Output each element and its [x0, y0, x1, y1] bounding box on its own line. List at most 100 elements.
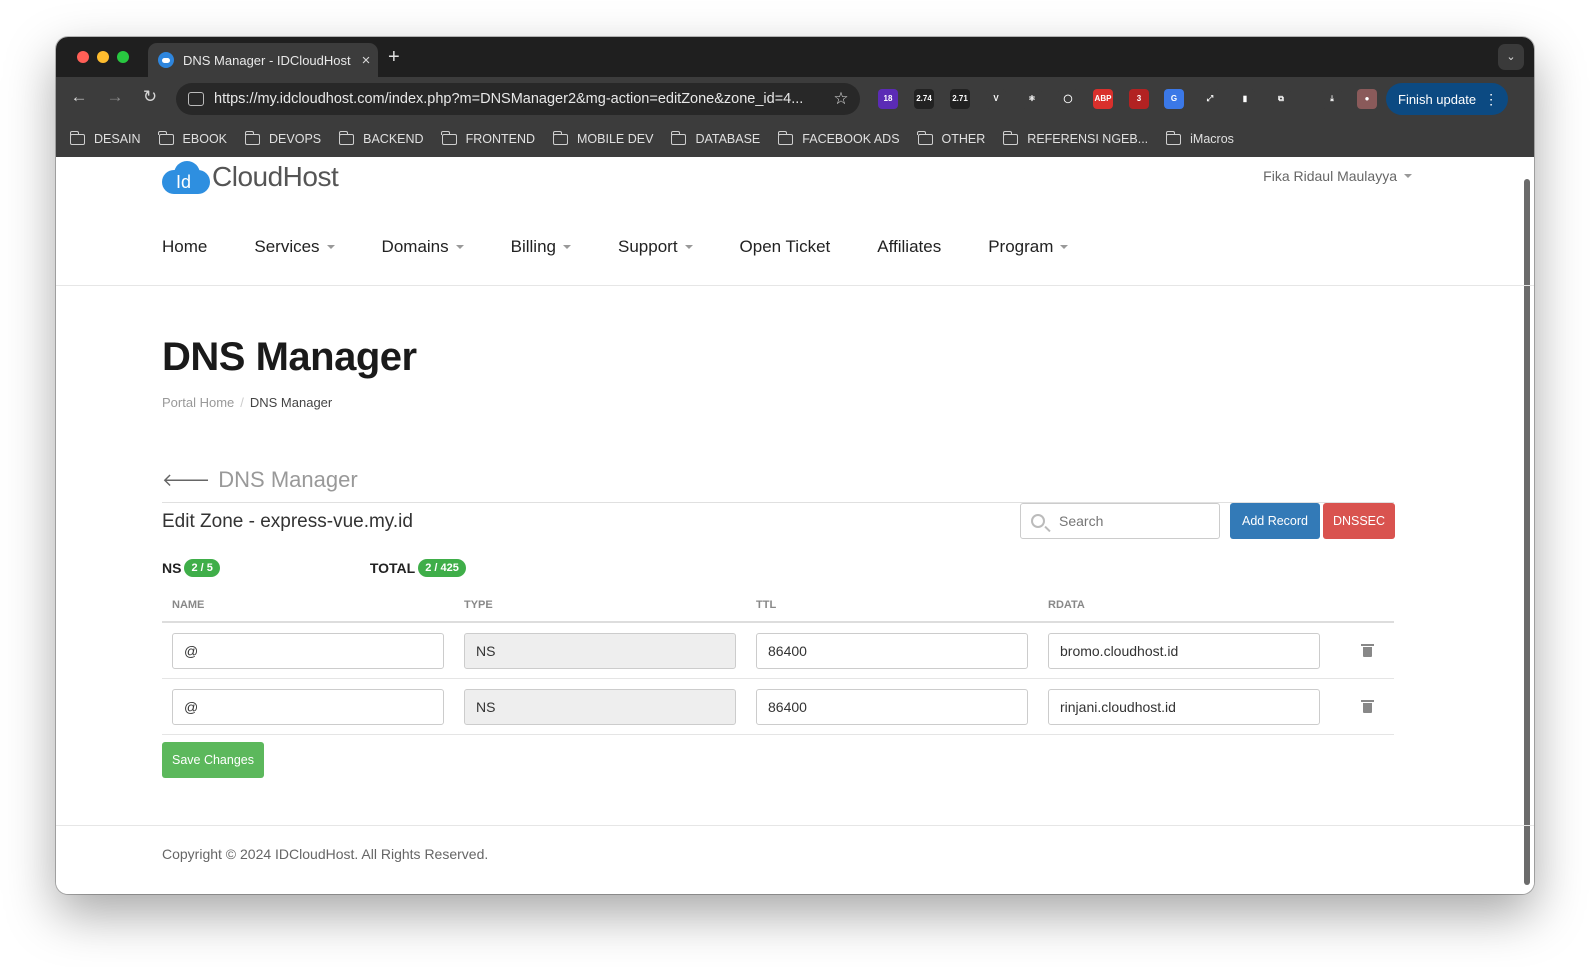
nav-billing[interactable]: Billing: [511, 237, 571, 257]
total-badge: 2 / 425: [418, 559, 466, 577]
ext-puzzle-icon[interactable]: ⧉: [1271, 89, 1291, 109]
record-rdata-field[interactable]: [1048, 688, 1320, 725]
bookmark-folder[interactable]: MOBILE DEV: [552, 130, 654, 146]
nav-affiliates[interactable]: Affiliates: [877, 237, 941, 257]
ns-label: NS: [162, 560, 182, 576]
url-text[interactable]: https://my.idcloudhost.com/index.php?m=D…: [214, 91, 822, 107]
caret-down-icon: [684, 245, 693, 249]
record-name-field[interactable]: [172, 688, 444, 725]
nav-divider: [56, 285, 1534, 286]
minimize-window-button[interactable]: [97, 51, 109, 63]
ext-vue-icon[interactable]: V: [986, 89, 1006, 109]
total-label: TOTAL: [369, 560, 416, 576]
bookmark-label: MOBILE DEV: [577, 132, 654, 146]
delete-record-button[interactable]: [1330, 700, 1394, 713]
bookmark-folder[interactable]: EBOOK: [158, 130, 228, 146]
tab-search-chevron-icon[interactable]: ⌄: [1498, 44, 1524, 70]
ext-2-74-icon[interactable]: 2.74: [914, 89, 934, 109]
address-bar[interactable]: https://my.idcloudhost.com/index.php?m=D…: [176, 83, 860, 115]
back-arrow-icon[interactable]: ←: [67, 87, 91, 107]
finish-update-label: Finish update: [1398, 91, 1477, 107]
bookmark-label: BACKEND: [363, 132, 424, 146]
tab-close-icon[interactable]: ×: [354, 52, 378, 69]
nav-support[interactable]: Support: [618, 237, 693, 257]
section-heading: DNS Manager: [218, 467, 358, 492]
bookmark-folder[interactable]: DESAIN: [69, 130, 141, 146]
back-to-dns-manager[interactable]: 🡐 DNS Manager: [162, 467, 358, 493]
bookmark-label: EBOOK: [182, 132, 228, 146]
dnssec-button[interactable]: DNSSEC: [1323, 503, 1395, 539]
bookmark-folder[interactable]: FACEBOOK ADS: [777, 130, 900, 146]
bookmark-folder[interactable]: FRONTEND: [441, 130, 535, 146]
bookmark-label: OTHER: [941, 132, 986, 146]
nav-domains[interactable]: Domains: [382, 237, 464, 257]
footer-copyright: Copyright © 2024 IDCloudHost. All Rights…: [162, 846, 489, 862]
ext-lcp-2-71-icon[interactable]: 2.71: [950, 89, 970, 109]
new-tab-button[interactable]: +: [388, 46, 400, 69]
download-icon[interactable]: ⤓: [1322, 89, 1342, 109]
table-header: NAME TYPE TTL RDATA: [162, 589, 1394, 623]
logo-text: CloudHost: [212, 161, 339, 192]
folder-icon: [338, 130, 355, 145]
close-window-button[interactable]: [77, 51, 89, 63]
page-title: DNS Manager: [162, 335, 417, 379]
bookmark-folder[interactable]: iMacros: [1165, 130, 1234, 146]
idcloudhost-logo[interactable]: Id CloudHost: [162, 157, 339, 197]
bookmark-folder[interactable]: BACKEND: [338, 130, 424, 146]
nav-program[interactable]: Program: [988, 237, 1069, 257]
bookmark-label: FACEBOOK ADS: [802, 132, 900, 146]
folder-icon: [441, 130, 457, 145]
save-changes-button[interactable]: Save Changes: [162, 742, 264, 778]
delete-record-button[interactable]: [1330, 644, 1394, 657]
table-cell: [162, 632, 454, 669]
folder-icon: [244, 130, 261, 145]
ext-translate-icon[interactable]: G: [1164, 89, 1184, 109]
record-rdata-field[interactable]: [1048, 632, 1320, 669]
trash-icon: [1360, 644, 1374, 657]
ext-doc-icon[interactable]: ▮: [1235, 89, 1255, 109]
browser-tab-active[interactable]: DNS Manager - IDCloudHost ×: [148, 43, 378, 77]
ext-red-3-icon[interactable]: 3: [1129, 89, 1149, 109]
tab-title: DNS Manager - IDCloudHost: [183, 52, 351, 68]
footer-divider: [56, 825, 1534, 826]
table-cell: [746, 632, 1038, 669]
caret-down-icon: [1404, 174, 1412, 178]
ext-chrome-circle-icon[interactable]: ◯: [1058, 89, 1078, 109]
user-menu[interactable]: Fika Ridaul Maulayya: [1263, 168, 1412, 184]
ext-react-icon[interactable]: ⚛: [1022, 89, 1042, 109]
kebab-menu-icon[interactable]: ⋮: [1484, 91, 1498, 108]
record-ttl-field[interactable]: [756, 688, 1028, 725]
tab-strip: DNS Manager - IDCloudHost × + ⌄: [56, 37, 1534, 77]
ns-badge: 2 / 5: [184, 559, 220, 577]
cloud-favicon-icon: [158, 52, 174, 68]
ext-expand-icon[interactable]: ⤢: [1200, 89, 1220, 109]
maximize-window-button[interactable]: [117, 51, 129, 63]
browser-window: DNS Manager - IDCloudHost × + ⌄ ← → ↻ ht…: [56, 37, 1534, 894]
nav-home[interactable]: Home: [162, 237, 207, 257]
ext-abp-icon[interactable]: ABP: [1093, 89, 1113, 109]
breadcrumb-portal-home[interactable]: Portal Home: [162, 395, 234, 410]
nav-services[interactable]: Services: [254, 237, 335, 257]
profile-icon[interactable]: ●: [1357, 89, 1377, 109]
search-box[interactable]: [1020, 503, 1220, 539]
nav-open-ticket[interactable]: Open Ticket: [740, 237, 831, 257]
bookmark-label: DESAIN: [94, 132, 141, 146]
finish-update-button[interactable]: Finish update ⋮: [1386, 83, 1508, 115]
search-input[interactable]: [1059, 513, 1189, 529]
trash-icon: [1360, 700, 1374, 713]
bookmark-label: DATABASE: [695, 132, 761, 146]
add-record-button[interactable]: Add Record: [1230, 503, 1320, 539]
record-name-field[interactable]: [172, 632, 444, 669]
record-ttl-field[interactable]: [756, 632, 1028, 669]
bookmark-star-icon[interactable]: ☆: [822, 89, 860, 109]
bookmark-folder[interactable]: DATABASE: [670, 130, 761, 146]
bookmark-folder[interactable]: DEVOPS: [244, 130, 321, 146]
reload-icon[interactable]: ↻: [138, 87, 162, 107]
header-ttl: TTL: [756, 599, 777, 611]
bookmark-folder[interactable]: REFERENSI NGEB...: [1002, 130, 1148, 146]
forward-arrow-icon[interactable]: →: [103, 87, 127, 107]
table-body: [162, 623, 1394, 735]
ext-badge-18-icon[interactable]: 18: [878, 89, 898, 109]
bookmark-folder[interactable]: OTHER: [917, 130, 986, 146]
site-settings-icon[interactable]: [188, 92, 204, 106]
